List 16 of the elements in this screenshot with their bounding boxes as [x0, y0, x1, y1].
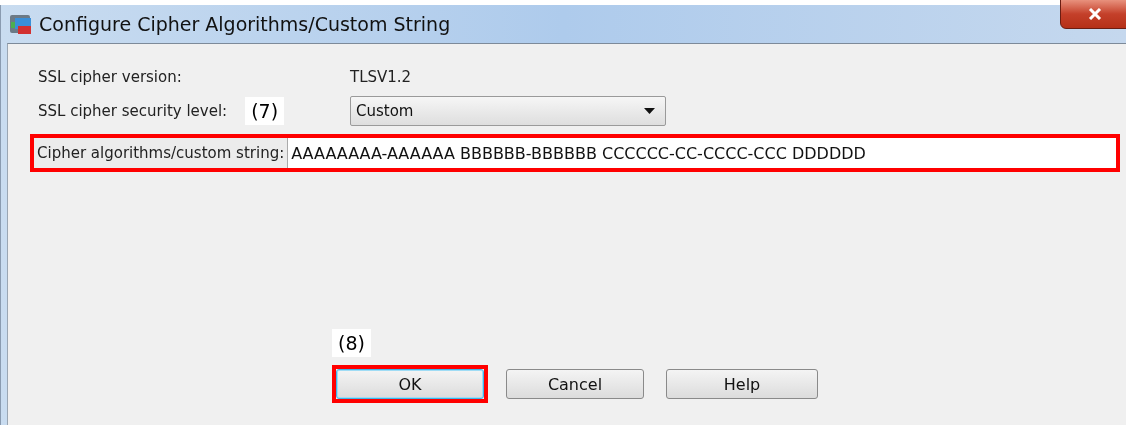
app-icon	[9, 12, 33, 36]
caret-icon	[644, 108, 655, 114]
cipher-string-field[interactable]: AAAAAAAA-AAAAAA BBBBBB-BBBBBB CCCCCC-CC-CCCC-CCC DDDDDD	[288, 138, 1116, 168]
dialog-button[interactable]: OK	[336, 369, 484, 399]
field-label: SSL cipher security level:	[38, 102, 228, 120]
security-level-dropdown[interactable]: Custom	[350, 96, 666, 126]
field-value: TLSV1.2	[350, 68, 412, 86]
callout-label: (7)	[245, 97, 285, 125]
dialog-button[interactable]: Cancel	[506, 369, 644, 399]
close-icon	[1088, 8, 1102, 20]
field-label: SSL cipher version:	[38, 68, 182, 86]
field-label: Cipher algorithms/custom string:	[34, 138, 289, 168]
window-title: Configure Cipher Algorithms/Custom String	[39, 13, 451, 35]
dialog-button[interactable]: Help	[666, 369, 818, 399]
close-button[interactable]	[1060, 0, 1126, 29]
callout-label: (8)	[332, 329, 371, 357]
